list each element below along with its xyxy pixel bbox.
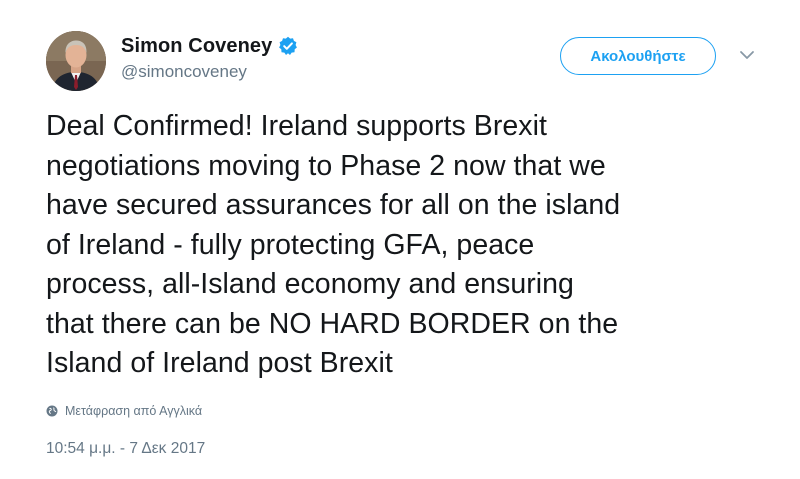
author-name-row[interactable]: Simon Coveney xyxy=(121,33,298,59)
author-handle[interactable]: @simoncoveney xyxy=(121,62,247,82)
follow-button[interactable]: Ακολουθήστε xyxy=(560,37,716,75)
translate-link[interactable]: Μετάφραση από Αγγλικά xyxy=(46,402,202,420)
globe-icon xyxy=(46,405,58,417)
tweet-text: Deal Confirmed! Ireland supports Brexit … xyxy=(46,110,621,379)
translate-label[interactable]: Μετάφραση από Αγγλικά xyxy=(65,404,202,418)
tweet-timestamp[interactable]: 10:54 μ.μ. - 7 Δεκ 2017 xyxy=(46,440,205,458)
author-display-name[interactable]: Simon Coveney xyxy=(121,35,272,58)
verified-badge-icon xyxy=(278,36,298,56)
chevron-down-icon[interactable] xyxy=(738,48,756,62)
tweet-card: Simon Coveney @simoncoveney Ακολουθήστε … xyxy=(0,0,800,479)
avatar[interactable] xyxy=(46,31,106,91)
